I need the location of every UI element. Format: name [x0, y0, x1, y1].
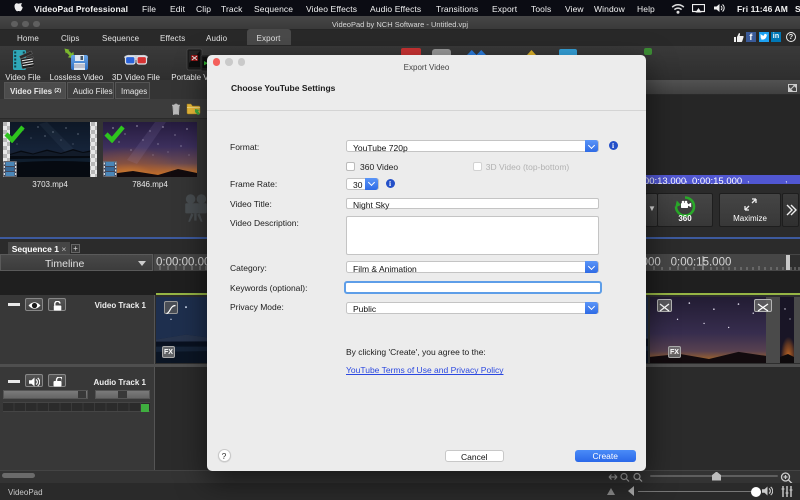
svg-text:0:00:15.000: 0:00:15.000 [671, 257, 732, 269]
